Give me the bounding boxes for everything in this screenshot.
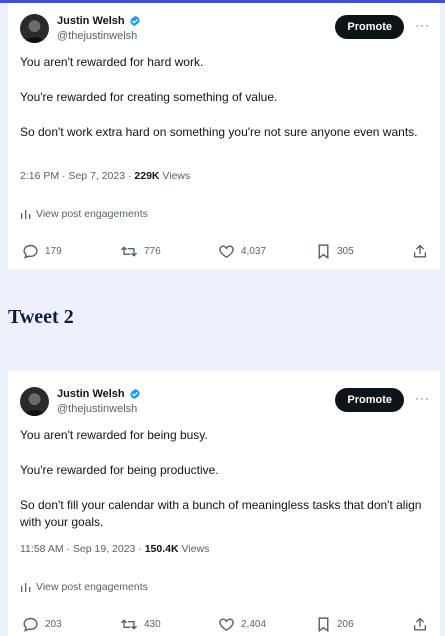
avatar[interactable] xyxy=(20,14,49,43)
tweet-text-line: You aren't rewarded for being busy. xyxy=(20,428,208,442)
tweet-text-line: You're rewarded for being productive. xyxy=(20,463,219,477)
view-engagements-link[interactable]: View post engagements xyxy=(20,581,148,593)
repost-button[interactable]: 430 xyxy=(120,616,161,633)
like-button[interactable]: 4,037 xyxy=(218,243,266,260)
action-bar: 203 430 2,404 206 xyxy=(22,616,428,634)
tweet-meta: 11:58 AM · Sep 19, 2023 · 150.4K Views xyxy=(20,543,209,555)
share-button[interactable] xyxy=(412,616,428,633)
like-icon xyxy=(219,245,234,258)
engagements-label: View post engagements xyxy=(36,208,148,220)
timestamp[interactable]: 2:16 PM · Sep 7, 2023 · xyxy=(20,170,134,182)
like-icon xyxy=(219,618,234,631)
timestamp[interactable]: 11:58 AM · Sep 19, 2023 · xyxy=(20,543,145,555)
like-button[interactable]: 2,404 xyxy=(218,616,266,633)
author-handle[interactable]: @thejustinwelsh xyxy=(57,30,137,42)
share-icon xyxy=(414,617,426,631)
tweet-text-line: So don't work extra hard on something yo… xyxy=(20,125,418,139)
repost-button[interactable]: 776 xyxy=(120,243,161,260)
more-options-icon[interactable]: ··· xyxy=(415,391,430,405)
reply-icon xyxy=(23,244,38,259)
section-title: Tweet 2 xyxy=(8,306,74,328)
bookmark-button[interactable]: 206 xyxy=(316,616,354,633)
reply-icon xyxy=(23,617,38,632)
reply-button[interactable]: 203 xyxy=(22,616,62,633)
reply-button[interactable]: 179 xyxy=(22,243,62,260)
views-count: 150.4K xyxy=(144,543,179,555)
analytics-icon xyxy=(21,583,31,592)
promote-button[interactable]: Promote xyxy=(335,388,404,412)
tweet-meta: 2:16 PM · Sep 7, 2023 · 229K Views xyxy=(20,170,190,182)
tweet-text-line: You're rewarded for creating something o… xyxy=(20,90,278,104)
repost-icon xyxy=(121,619,137,630)
bookmark-icon xyxy=(318,244,329,260)
author-handle[interactable]: @thejustinwelsh xyxy=(57,403,137,415)
tweet-text-line: You aren't rewarded for hard work. xyxy=(20,55,204,69)
views-count: 229K xyxy=(134,170,160,182)
engagements-label: View post engagements xyxy=(36,581,148,593)
action-bar: 179 776 4,037 305 xyxy=(22,243,428,261)
avatar[interactable] xyxy=(20,387,49,416)
more-options-icon[interactable]: ··· xyxy=(415,18,430,32)
share-button[interactable] xyxy=(412,243,428,260)
like-count: 4,037 xyxy=(241,246,267,257)
promote-button[interactable]: Promote xyxy=(335,15,404,39)
share-icon xyxy=(414,244,426,258)
reply-count: 203 xyxy=(45,619,62,630)
analytics-icon xyxy=(21,210,31,219)
bookmark-count: 206 xyxy=(337,619,354,630)
bookmark-count: 305 xyxy=(337,246,354,257)
tweet-card-2: Justin Welsh @thejustinwelsh Promote ···… xyxy=(8,371,440,636)
reply-count: 179 xyxy=(45,246,62,257)
repost-count: 430 xyxy=(144,619,161,630)
verified-badge-icon xyxy=(129,15,140,27)
bookmark-icon xyxy=(318,617,329,633)
repost-icon xyxy=(121,246,137,257)
tweet-header: Justin Welsh @thejustinwelsh Promote ··· xyxy=(20,387,432,421)
verified-badge-icon xyxy=(129,388,140,400)
tweet-card-1: Justin Welsh @thejustinwelsh Promote ···… xyxy=(8,3,440,269)
views-label: Views xyxy=(178,543,210,555)
author-name[interactable]: Justin Welsh xyxy=(57,388,125,400)
repost-count: 776 xyxy=(144,246,161,257)
author-name[interactable]: Justin Welsh xyxy=(57,15,125,27)
like-count: 2,404 xyxy=(241,619,267,630)
bookmark-button[interactable]: 305 xyxy=(316,243,354,260)
views-label: Views xyxy=(159,170,191,182)
view-engagements-link[interactable]: View post engagements xyxy=(20,208,148,220)
tweet-text-line: So don't fill your calendar with a bunch… xyxy=(20,498,422,529)
tweet-header: Justin Welsh @thejustinwelsh Promote ··· xyxy=(20,14,432,48)
